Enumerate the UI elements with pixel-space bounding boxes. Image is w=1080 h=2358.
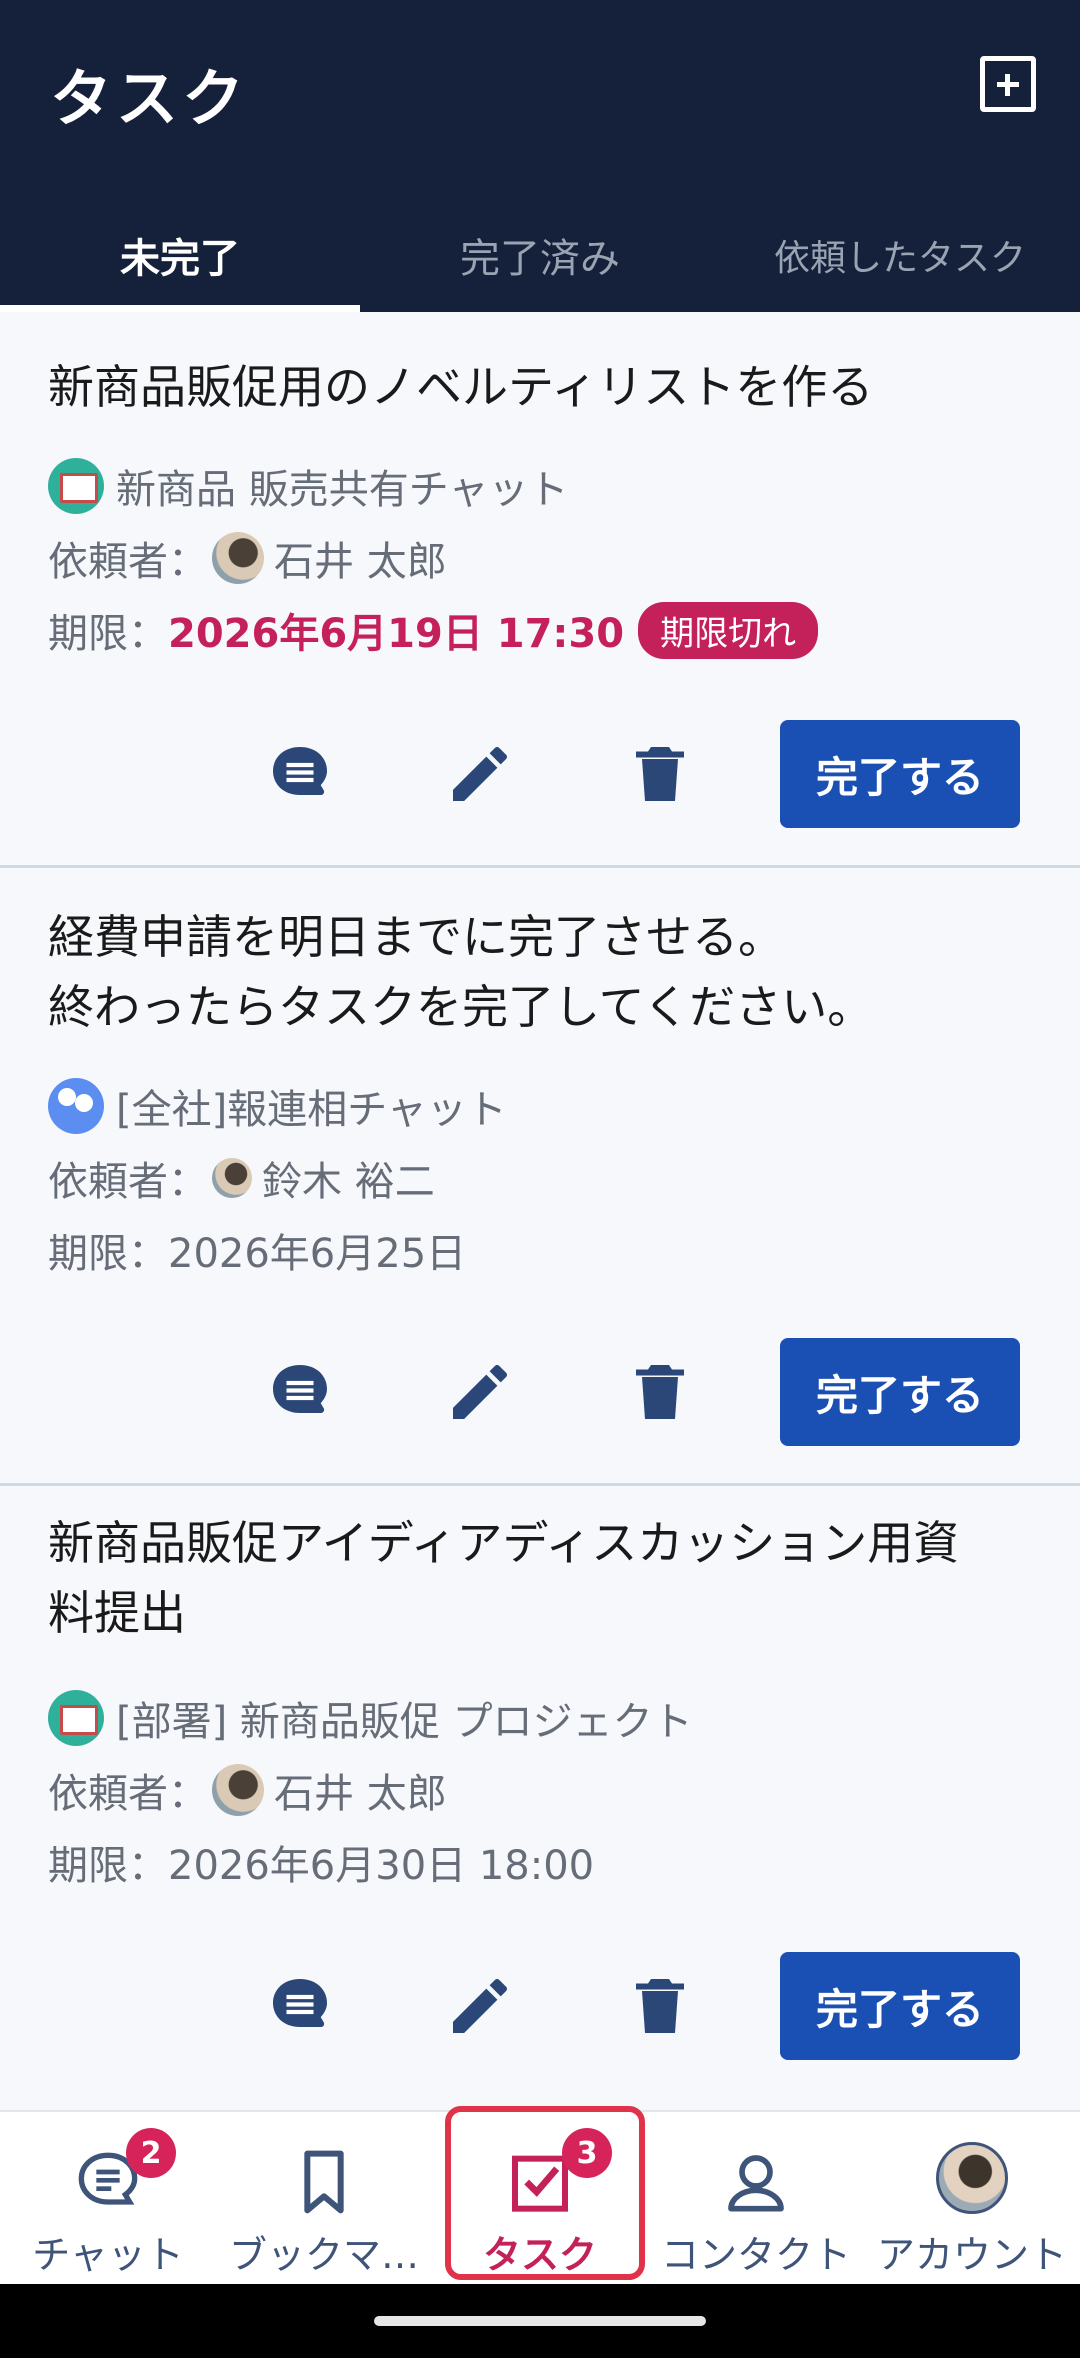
room-icon (48, 458, 104, 514)
nav-bookmark[interactable]: ブックマ… (216, 2112, 432, 2286)
task-list: 新商品販促用のノベルティリストを作る 新商品 販売共有チャット 依頼者： 石井 … (0, 312, 1080, 2110)
nav-chat[interactable]: 2 チャット (0, 2112, 216, 2286)
task-room[interactable]: [全社]報連相チャット (48, 1076, 507, 1136)
task-deadline: 期限： 2026年6月19日 17:30 期限切れ (48, 600, 819, 660)
trash-icon[interactable] (624, 1970, 696, 2042)
task-requester: 依頼者： 石井 太郎 (48, 1760, 447, 1820)
task-item: 経費申請を明日までに完了させる。 終わったらタスクを完了してください。 [全社]… (0, 868, 1080, 1486)
edit-pencil-icon[interactable] (444, 1356, 516, 1428)
task-title: 経費申請を明日までに完了させる。 終わったらタスクを完了してください。 (48, 910, 874, 1034)
requester-avatar (212, 532, 264, 584)
task-actions: 完了する (0, 1338, 1080, 1446)
chat-unread-badge: 2 (126, 2128, 176, 2178)
active-tab-highlight (445, 2106, 645, 2280)
task-item: 新商品販促アイディアディスカッション用資 料提出 [部署] 新商品販促 プロジェ… (0, 1486, 1080, 2110)
edit-pencil-icon[interactable] (444, 1970, 516, 2042)
task-title: 新商品販促用のノベルティリストを作る (48, 360, 874, 414)
room-icon (48, 1690, 104, 1746)
comment-icon[interactable] (264, 738, 336, 810)
task-requester: 依頼者： 石井 太郎 (48, 528, 447, 588)
app-header: タスク 未完了 完了済み 依頼したタスク (0, 0, 1080, 312)
task-item: 新商品販促用のノベルティリストを作る 新商品 販売共有チャット 依頼者： 石井 … (0, 312, 1080, 868)
overdue-badge: 期限切れ (638, 601, 819, 659)
complete-button[interactable]: 完了する (780, 1952, 1020, 2060)
trash-icon[interactable] (624, 738, 696, 810)
comment-icon[interactable] (264, 1970, 336, 2042)
task-room[interactable]: [部署] 新商品販促 プロジェクト (48, 1688, 693, 1748)
task-requester: 依頼者： 鈴木 裕二 (48, 1158, 435, 1205)
task-actions: 完了する (0, 1952, 1080, 2060)
room-icon (48, 1078, 104, 1134)
nav-contact[interactable]: コンタクト (648, 2112, 864, 2286)
complete-button[interactable]: 完了する (780, 1338, 1020, 1446)
task-deadline: 期限： 2026年6月25日 (48, 1231, 467, 1277)
tab-completed[interactable]: 完了済み (360, 198, 720, 312)
trash-icon[interactable] (624, 1356, 696, 1428)
page-title: タスク (50, 62, 249, 135)
bookmark-icon (304, 2150, 344, 2214)
requester-avatar (212, 1764, 264, 1816)
task-title: 新商品販促アイディアディスカッション用資 料提出 (48, 1516, 960, 1640)
account-avatar (936, 2142, 1008, 2214)
complete-button[interactable]: 完了する (780, 720, 1020, 828)
nav-account[interactable]: アカウント (864, 2112, 1080, 2286)
task-room[interactable]: 新商品 販売共有チャット (48, 456, 568, 516)
tab-incomplete[interactable]: 未完了 (0, 198, 360, 312)
tab-requested[interactable]: 依頼したタスク (720, 198, 1080, 312)
task-tabs: 未完了 完了済み 依頼したタスク (0, 198, 1080, 312)
requester-avatar (212, 1158, 252, 1198)
add-task-button[interactable] (980, 56, 1036, 112)
task-actions: 完了する (0, 720, 1080, 828)
comment-icon[interactable] (264, 1356, 336, 1428)
home-indicator[interactable] (374, 2316, 706, 2326)
contact-icon (728, 2155, 784, 2212)
edit-pencil-icon[interactable] (444, 738, 516, 810)
task-deadline: 期限： 2026年6月30日 18:00 (48, 1843, 595, 1889)
